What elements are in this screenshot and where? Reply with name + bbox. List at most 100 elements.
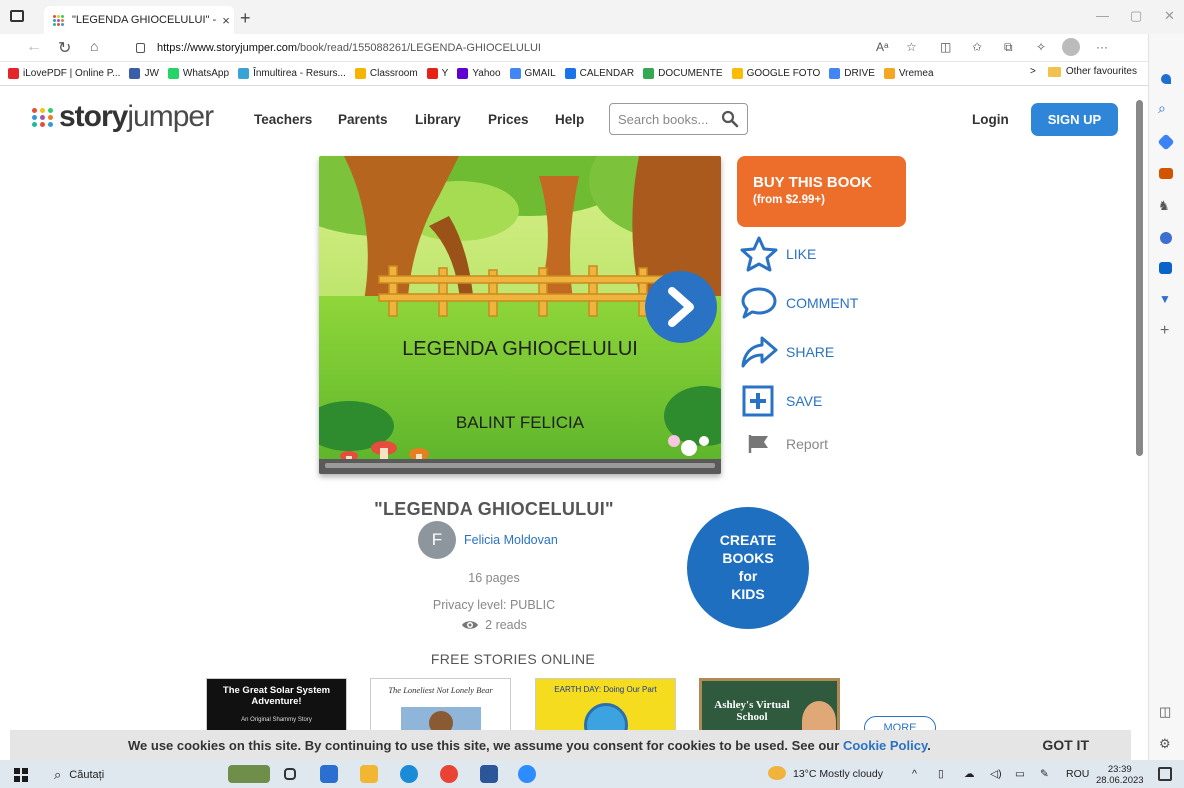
search-placeholder: Search books... bbox=[618, 111, 709, 127]
bookmarks-more-icon[interactable]: > bbox=[1030, 66, 1036, 77]
bookmark-item[interactable]: Vremea bbox=[883, 68, 934, 79]
scrollbar-thumb[interactable] bbox=[1136, 100, 1143, 456]
split-screen-icon[interactable]: ◫ bbox=[940, 40, 951, 54]
share-button[interactable]: SHARE bbox=[740, 334, 834, 370]
battery-icon[interactable]: ▭ bbox=[1015, 768, 1025, 780]
like-button[interactable]: LIKE bbox=[740, 236, 816, 272]
bookmark-item[interactable]: Y bbox=[426, 68, 448, 79]
create-books-button[interactable]: CREATE BOOKS for KIDS bbox=[687, 507, 809, 629]
nav-help[interactable]: Help bbox=[555, 112, 584, 127]
tray-device-icon[interactable]: ▯ bbox=[938, 768, 944, 780]
save-button[interactable]: SAVE bbox=[740, 385, 822, 417]
bookmark-item[interactable]: DRIVE bbox=[829, 68, 875, 79]
author-name[interactable]: Felicia Moldovan bbox=[464, 533, 558, 547]
bookmark-item[interactable]: Yahoo bbox=[457, 68, 501, 79]
bookmark-icon bbox=[643, 68, 655, 79]
tab-actions-icon[interactable] bbox=[10, 10, 24, 22]
nav-library[interactable]: Library bbox=[415, 112, 461, 127]
volume-icon[interactable]: ◁) bbox=[990, 768, 1002, 780]
storyjumper-logo[interactable]: story jumper bbox=[32, 100, 214, 134]
zoom-icon[interactable] bbox=[518, 765, 536, 783]
onedrive-icon[interactable]: ☁ bbox=[964, 768, 975, 780]
signup-button[interactable]: SIGN UP bbox=[1031, 103, 1118, 136]
bookmark-item[interactable]: CALENDAR bbox=[564, 68, 634, 79]
file-explorer-icon[interactable] bbox=[360, 765, 378, 783]
lock-icon bbox=[136, 43, 145, 53]
author-link[interactable]: F Felicia Moldovan bbox=[418, 521, 558, 559]
story-thumb-title: Ashley's Virtual School bbox=[714, 699, 790, 723]
weather-text[interactable]: 13°C Mostly cloudy bbox=[793, 768, 883, 780]
buy-book-button[interactable]: BUY THIS BOOK (from $2.99+) bbox=[737, 156, 906, 227]
other-favourites[interactable]: > Other favourites bbox=[1030, 66, 1137, 77]
minimize-icon[interactable]: — bbox=[1096, 8, 1109, 23]
got-it-button[interactable]: GOT IT bbox=[1042, 737, 1089, 753]
pen-icon[interactable]: ✎ bbox=[1040, 768, 1049, 780]
bookmark-item[interactable]: iLovePDF | Online P... bbox=[8, 68, 120, 79]
read-aloud-icon[interactable]: A͏ᵃ bbox=[876, 40, 888, 54]
search-icon[interactable] bbox=[721, 110, 739, 128]
bookmark-item[interactable]: Classroom bbox=[354, 68, 418, 79]
add-sidebar-icon[interactable]: + bbox=[1160, 322, 1169, 340]
windows-start-icon[interactable] bbox=[14, 768, 28, 782]
tab-close-icon[interactable]: × bbox=[218, 13, 234, 28]
language-indicator[interactable]: ROU bbox=[1066, 768, 1089, 780]
task-view-icon[interactable] bbox=[284, 768, 296, 780]
clock[interactable]: 23:39 28.06.2023 bbox=[1096, 764, 1144, 786]
story-thumb-ashley[interactable]: Ashley's Virtual School bbox=[699, 678, 840, 738]
edge-app-icon[interactable] bbox=[400, 765, 418, 783]
story-thumb-bear[interactable]: The Loneliest Not Lonely Bear bbox=[370, 678, 511, 738]
comment-button[interactable]: COMMENT bbox=[740, 286, 858, 320]
tools-icon[interactable] bbox=[1159, 168, 1173, 179]
bookmark-item[interactable]: Înmultirea - Resurs... bbox=[238, 68, 346, 79]
new-tab-button[interactable]: + bbox=[240, 8, 251, 29]
url-field[interactable]: https://www.storyjumper.com/book/read/15… bbox=[124, 37, 814, 59]
games-icon[interactable]: ♞ bbox=[1158, 198, 1170, 214]
url-path: /book/read/155088261/LEGENDA-GHIOCELULUI bbox=[297, 42, 541, 54]
browser-tab[interactable]: "LEGENDA GHIOCELULUI" - Free × bbox=[44, 6, 234, 34]
sidebar-settings-icon[interactable]: ⚙ bbox=[1159, 736, 1171, 752]
outlook-icon[interactable] bbox=[1159, 262, 1172, 274]
chrome-icon[interactable] bbox=[440, 765, 458, 783]
bookmark-item[interactable]: DOCUMENTE bbox=[643, 68, 723, 79]
story-thumb-solar-system[interactable]: The Great Solar System Adventure! An Ori… bbox=[206, 678, 347, 738]
bookmark-item[interactable]: WhatsApp bbox=[167, 68, 230, 79]
teams-icon[interactable] bbox=[320, 765, 338, 783]
maximize-icon[interactable]: ▢ bbox=[1130, 8, 1142, 24]
sidebar-search-icon[interactable]: ⌕ bbox=[1158, 100, 1166, 117]
tray-chevron-icon[interactable]: ^ bbox=[912, 768, 917, 780]
bookmark-label: iLovePDF | Online P... bbox=[23, 68, 121, 79]
cookie-policy-link[interactable]: Cookie Policy bbox=[843, 738, 927, 753]
taskbar-search[interactable]: ⌕ Căutați bbox=[54, 764, 194, 786]
nav-teachers[interactable]: Teachers bbox=[254, 112, 312, 127]
bookmark-item[interactable]: JW bbox=[129, 68, 159, 79]
report-button[interactable]: Report bbox=[740, 433, 828, 455]
back-icon[interactable]: ← bbox=[26, 38, 42, 56]
nav-prices[interactable]: Prices bbox=[488, 112, 529, 127]
next-page-button[interactable] bbox=[645, 271, 717, 343]
favorite-star-icon[interactable]: ☆ bbox=[906, 40, 917, 54]
word-icon[interactable] bbox=[480, 765, 498, 783]
weather-icon[interactable] bbox=[768, 766, 786, 780]
profile-avatar[interactable] bbox=[1062, 38, 1080, 56]
refresh-icon[interactable]: ↻ bbox=[58, 38, 71, 58]
login-link[interactable]: Login bbox=[972, 112, 1009, 127]
hide-sidebar-icon[interactable]: ◫ bbox=[1159, 704, 1171, 720]
home-icon[interactable]: ⌂ bbox=[90, 38, 98, 54]
story-thumb-earth-day[interactable]: EARTH DAY: Doing Our Part bbox=[535, 678, 676, 738]
drop-icon[interactable]: ▼ bbox=[1159, 292, 1171, 306]
bookmark-icon bbox=[457, 68, 469, 79]
collections-icon[interactable]: ⧉ bbox=[1004, 40, 1013, 55]
search-input[interactable]: Search books... bbox=[609, 103, 748, 135]
more-menu-icon[interactable]: ··· bbox=[1096, 40, 1108, 54]
bookmark-item[interactable]: GMAIL bbox=[509, 68, 556, 79]
favorites-icon[interactable]: ✩ bbox=[972, 40, 982, 54]
nav-parents[interactable]: Parents bbox=[338, 112, 388, 127]
extensions-icon[interactable]: ✧ bbox=[1036, 40, 1046, 54]
microsoft-365-icon[interactable] bbox=[1160, 232, 1172, 244]
notification-center-icon[interactable] bbox=[1158, 767, 1172, 781]
bookmark-item[interactable]: GOOGLE FOTO bbox=[731, 68, 820, 79]
close-window-icon[interactable]: ✕ bbox=[1164, 8, 1175, 24]
widgets-icon[interactable] bbox=[228, 765, 270, 783]
notifications-icon[interactable] bbox=[1161, 74, 1171, 84]
bookmark-label: WhatsApp bbox=[182, 68, 230, 79]
